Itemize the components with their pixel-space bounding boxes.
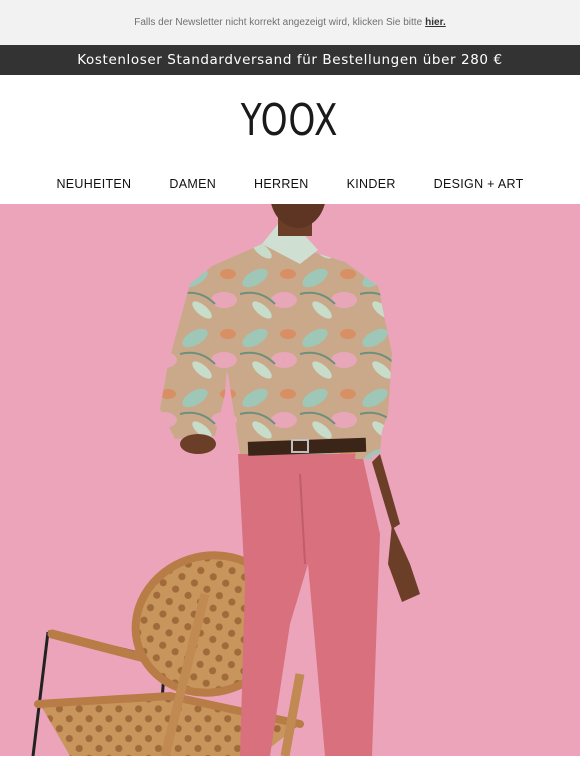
- main-nav: NEUHEITEN DAMEN HERREN KINDER DESIGN + A…: [0, 165, 580, 204]
- hero-image[interactable]: [0, 204, 580, 756]
- preheader-text: Falls der Newsletter nicht korrekt angez…: [134, 17, 423, 28]
- shipping-banner[interactable]: Kostenloser Standardversand für Bestellu…: [0, 45, 580, 75]
- nav-item-neuheiten[interactable]: NEUHEITEN: [56, 165, 131, 191]
- view-in-browser-link[interactable]: hier.: [425, 17, 446, 28]
- nav-item-kinder[interactable]: KINDER: [347, 165, 396, 191]
- nav-item-damen[interactable]: DAMEN: [169, 165, 216, 191]
- spacer: [0, 756, 580, 774]
- yoox-logo[interactable]: YOOX: [241, 95, 339, 146]
- header: YOOX: [0, 75, 580, 165]
- hero-illustration: [0, 204, 580, 756]
- preheader: Falls der Newsletter nicht korrekt angez…: [0, 0, 580, 45]
- nav-item-design-art[interactable]: DESIGN + ART: [434, 165, 524, 191]
- nav-item-herren[interactable]: HERREN: [254, 165, 309, 191]
- shipping-banner-text: Kostenloser Standardversand für Bestellu…: [77, 52, 503, 68]
